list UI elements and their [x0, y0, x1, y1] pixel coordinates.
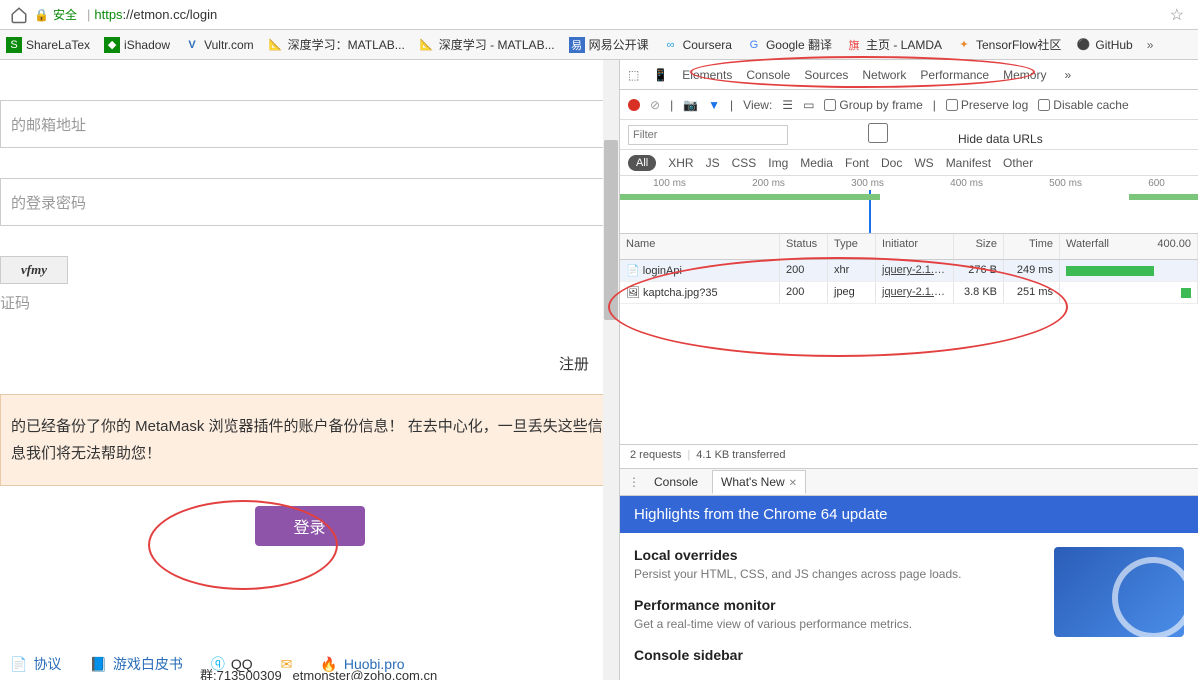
contact-email: etmonster@zoho.com.cn — [293, 668, 438, 680]
secure-label: 安全 — [53, 6, 77, 23]
col-initiator[interactable]: Initiator — [876, 234, 954, 259]
devtools-tabs: ⬚ 📱 Elements Console Sources Network Per… — [620, 60, 1198, 90]
camera-icon[interactable]: 📷 — [683, 98, 698, 112]
bookmark-overflow-icon[interactable]: » — [1147, 38, 1154, 52]
bookmark-item[interactable]: ◆iShadow — [104, 37, 170, 53]
tab-performance[interactable]: Performance — [920, 68, 989, 82]
lock-icon: 🔒 — [34, 8, 49, 22]
register-link[interactable]: 注册 — [0, 353, 619, 374]
network-table-body: 📄 loginApi 200 xhr jquery-2.1.4.... 276 … — [620, 260, 1198, 444]
bookmark-item[interactable]: GGoogle 翻译 — [746, 36, 832, 53]
bookmark-item[interactable]: SShareLaTex — [6, 37, 90, 53]
timeline-overview[interactable]: 100 ms 200 ms 300 ms 400 ms 500 ms 600 — [620, 176, 1198, 234]
email-field[interactable]: 的邮箱地址 — [0, 100, 619, 148]
filter-input[interactable] — [628, 125, 788, 145]
bookmark-item[interactable]: 📐深度学习 - MATLAB... — [419, 36, 555, 53]
inspect-icon[interactable]: ⬚ — [628, 68, 639, 82]
drawer-tab-console[interactable]: Console — [654, 475, 698, 489]
tab-elements[interactable]: Elements — [682, 68, 732, 82]
bookmark-item[interactable]: 易网易公开课 — [569, 36, 649, 53]
qq-group-text: 群:713500309 — [200, 668, 282, 680]
highlights-heading: Highlights from the Chrome 64 update — [620, 496, 1198, 533]
view-label: View: — [743, 98, 772, 112]
home-icon[interactable] — [10, 6, 28, 24]
record-icon[interactable] — [628, 99, 640, 111]
preserve-log-checkbox[interactable]: Preserve log — [946, 98, 1028, 112]
wn-item-heading[interactable]: Local overrides — [634, 547, 1034, 563]
tab-console[interactable]: Console — [746, 68, 790, 82]
bookmark-item[interactable]: 旗主页 - LAMDA — [846, 36, 942, 53]
col-type[interactable]: Type — [828, 234, 876, 259]
wn-item-heading[interactable]: Console sidebar — [634, 647, 1034, 663]
scrollbar[interactable] — [603, 60, 619, 680]
page-content: 的邮箱地址 的登录密码 vfmy 证码 注册 的已经备份了你的 MetaMask… — [0, 60, 620, 680]
filter-ws[interactable]: WS — [914, 156, 933, 170]
drawer-content: Highlights from the Chrome 64 update Loc… — [620, 496, 1198, 680]
view-large-icon[interactable]: ☰ — [782, 98, 793, 112]
group-by-frame-checkbox[interactable]: Group by frame — [824, 98, 922, 112]
filter-img[interactable]: Img — [768, 156, 788, 170]
col-name[interactable]: Name — [620, 234, 780, 259]
devtools-panel: ⬚ 📱 Elements Console Sources Network Per… — [620, 60, 1198, 680]
filter-other[interactable]: Other — [1003, 156, 1033, 170]
filter-all[interactable]: All — [628, 155, 656, 171]
filter-font[interactable]: Font — [845, 156, 869, 170]
filter-xhr[interactable]: XHR — [668, 156, 693, 170]
whatsnew-image — [1054, 547, 1184, 637]
network-toolbar: ⊘ | 📷 ▼ | View: ☰ ▭ Group by frame | Pre… — [620, 90, 1198, 120]
table-row[interactable]: 🖼 kaptcha.jpg?35 200 jpeg jquery-2.1.4..… — [620, 282, 1198, 304]
filter-media[interactable]: Media — [800, 156, 833, 170]
col-size[interactable]: Size — [954, 234, 1004, 259]
disable-cache-checkbox[interactable]: Disable cache — [1038, 98, 1128, 112]
table-row[interactable]: 📄 loginApi 200 xhr jquery-2.1.4.... 276 … — [620, 260, 1198, 282]
address-bar: 🔒 安全 | https://etmon.cc/login ☆ — [0, 0, 1198, 30]
more-tabs-icon[interactable]: » — [1064, 68, 1071, 82]
warning-box: 的已经备份了你的 MetaMask 浏览器插件的账户备份信息！ 在去中心化，一旦… — [0, 394, 619, 486]
filter-bar: Hide data URLs — [620, 120, 1198, 150]
bookmark-item[interactable]: ✦TensorFlow社区 — [956, 36, 1061, 53]
view-overview-icon[interactable]: ▭ — [803, 98, 814, 112]
bookmark-bar: SShareLaTex ◆iShadow VVultr.com 📐深度学习：MA… — [0, 30, 1198, 60]
filter-manifest[interactable]: Manifest — [946, 156, 991, 170]
drawer-tab-whatsnew[interactable]: What's New✕ — [712, 470, 806, 494]
col-status[interactable]: Status — [780, 234, 828, 259]
hide-data-urls-checkbox[interactable]: Hide data URLs — [798, 123, 1043, 146]
agreement-link[interactable]: 📄协议 — [10, 654, 61, 674]
drawer-menu-icon[interactable]: ⋮ — [628, 475, 640, 489]
col-time[interactable]: Time — [1004, 234, 1060, 259]
close-icon[interactable]: ✕ — [789, 478, 797, 489]
bookmark-item[interactable]: 📐深度学习：MATLAB... — [268, 36, 405, 53]
password-field[interactable]: 的登录密码 — [0, 178, 619, 226]
bookmark-item[interactable]: VVultr.com — [184, 37, 254, 53]
wn-item-desc: Get a real-time view of various performa… — [634, 617, 1034, 631]
filter-icon[interactable]: ▼ — [708, 98, 720, 112]
tab-memory[interactable]: Memory — [1003, 68, 1046, 82]
tab-sources[interactable]: Sources — [804, 68, 848, 82]
bookmark-star-icon[interactable]: ☆ — [1170, 5, 1194, 25]
network-summary: 2 requests|4.1 KB transferred — [620, 444, 1198, 468]
clear-icon[interactable]: ⊘ — [650, 98, 660, 112]
url-text[interactable]: https://etmon.cc/login — [94, 7, 217, 22]
captcha-label: 证码 — [0, 292, 619, 313]
type-filter-bar: All XHR JS CSS Img Media Font Doc WS Man… — [620, 150, 1198, 176]
login-button[interactable]: 登录 — [255, 506, 365, 546]
device-icon[interactable]: 📱 — [653, 68, 668, 82]
filter-css[interactable]: CSS — [732, 156, 757, 170]
bookmark-item[interactable]: ∞Coursera — [663, 37, 732, 53]
filter-js[interactable]: JS — [706, 156, 720, 170]
wn-item-desc: Persist your HTML, CSS, and JS changes a… — [634, 567, 1034, 581]
bookmark-item[interactable]: ⚫GitHub — [1075, 37, 1132, 53]
tab-network[interactable]: Network — [862, 68, 906, 82]
captcha-image[interactable]: vfmy — [0, 256, 68, 284]
drawer-tabs: ⋮ Console What's New✕ — [620, 468, 1198, 496]
col-waterfall[interactable]: Waterfall400.00 — [1060, 234, 1198, 259]
filter-doc[interactable]: Doc — [881, 156, 902, 170]
wn-item-heading[interactable]: Performance monitor — [634, 597, 1034, 613]
network-table-header: Name Status Type Initiator Size Time Wat… — [620, 234, 1198, 260]
whitepaper-link[interactable]: 📘游戏白皮书 — [89, 654, 182, 674]
